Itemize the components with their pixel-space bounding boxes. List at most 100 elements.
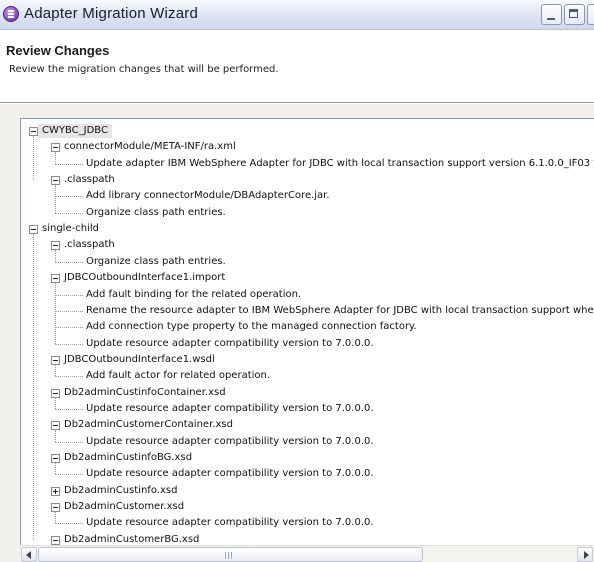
arrow-left-icon: [26, 551, 31, 559]
scroll-left-button[interactable]: [21, 547, 37, 562]
tree-connector: [55, 397, 56, 409]
tree-node-label: Db2adminCustinfoContainer.xsd: [64, 386, 226, 398]
tree-connector: [55, 327, 83, 329]
change-description: Update resource adapter compatibility ve…: [86, 517, 374, 529]
change-description: Update resource adapter compatibility ve…: [86, 337, 374, 349]
tree-row[interactable]: Db2adminCustomerContainer.xsd: [21, 417, 594, 433]
collapse-icon[interactable]: [51, 241, 60, 251]
maximize-button[interactable]: [564, 4, 585, 25]
tree-connector: [55, 474, 83, 476]
page-description: Review the migration changes that will b…: [9, 64, 279, 75]
change-description: Update resource adapter compatibility ve…: [86, 468, 374, 480]
collapse-icon[interactable]: [51, 503, 60, 513]
tree-connector: [55, 523, 83, 525]
tree-connector: [55, 430, 56, 442]
arrow-right-icon: [584, 551, 589, 559]
tree-node-label: Db2adminCustinfoBG.xsd: [64, 452, 193, 463]
tree-node-label: CWYBC_JDBC: [38, 124, 112, 138]
tree-connector: [33, 136, 34, 181]
tree-row[interactable]: Update resource adapter compatibility ve…: [21, 401, 594, 417]
collapse-icon[interactable]: [29, 127, 38, 136]
tree-row[interactable]: Add fault binding for the related operat…: [21, 287, 594, 303]
tree-row[interactable]: .classpath: [21, 172, 594, 188]
close-button[interactable]: [587, 4, 594, 25]
collapse-icon[interactable]: [29, 225, 38, 235]
tree-connector: [55, 376, 83, 378]
scroll-thumb[interactable]: [38, 547, 423, 562]
tree-row[interactable]: JDBCOutboundInterface1.wsdl: [21, 352, 594, 368]
tree-row[interactable]: Add fault actor for related operation.: [21, 368, 594, 384]
horizontal-scrollbar[interactable]: [20, 545, 594, 562]
tree-connector: [55, 212, 83, 214]
tree-connector: [55, 185, 56, 213]
change-description: Add fault binding for the related operat…: [86, 288, 302, 300]
tree-row[interactable]: Organize class path entries.: [21, 205, 594, 221]
tree-row[interactable]: Db2adminCustinfoBG.xsd: [21, 450, 594, 466]
scroll-right-button[interactable]: [577, 547, 593, 562]
tree-row[interactable]: Update resource adapter compatibility ve…: [21, 336, 594, 352]
tree-row[interactable]: Db2adminCustinfo.xsd: [21, 483, 594, 499]
change-description: Add connection type property to the mana…: [86, 321, 417, 333]
collapse-icon[interactable]: [51, 176, 60, 186]
tree-connector: [55, 294, 83, 296]
tree-node-label: .classpath: [64, 174, 115, 186]
change-description: Update resource adapter compatibility ve…: [86, 402, 374, 414]
tree-row[interactable]: Db2adminCustinfoContainer.xsd: [21, 385, 594, 401]
tree-row[interactable]: CWYBC_JDBC: [21, 123, 594, 139]
tree-connector: [55, 196, 83, 198]
expand-icon[interactable]: [51, 486, 60, 496]
tree-row[interactable]: Db2adminCustomer.xsd: [21, 499, 594, 515]
tree-node-label: JDBCOutboundInterface1.import: [64, 272, 226, 284]
change-description: Update adapter IBM WebSphere Adapter for…: [86, 157, 594, 169]
collapse-icon[interactable]: [51, 454, 60, 463]
tree-row[interactable]: Add connection type property to the mana…: [21, 319, 594, 335]
collapse-icon[interactable]: [51, 355, 60, 365]
tree-row[interactable]: connectorModule/META-INF/ra.xml: [21, 139, 594, 155]
change-description: Organize class path entries.: [86, 255, 226, 267]
change-description: Rename the resource adapter to IBM WebSp…: [86, 304, 594, 316]
tree-row[interactable]: Organize class path entries.: [21, 254, 594, 270]
tree-row[interactable]: single-child: [21, 221, 594, 237]
change-description: Organize class path entries.: [86, 206, 226, 218]
collapse-icon[interactable]: [51, 388, 60, 398]
tree-connector: [55, 250, 56, 262]
tree-connector: [55, 408, 83, 410]
tree-row[interactable]: Update adapter IBM WebSphere Adapter for…: [21, 156, 594, 172]
changes-tree[interactable]: CWYBC_JDBC connectorModule/META-INF/ra.xm…: [20, 118, 594, 560]
tree-row[interactable]: Update resource adapter compatibility ve…: [21, 515, 594, 531]
grip-icon: [225, 552, 234, 559]
tree-connector: [55, 152, 56, 164]
wizard-body: CWYBC_JDBC connectorModule/META-INF/ra.xm…: [0, 104, 594, 562]
tree-connector: [55, 261, 83, 263]
tree-row[interactable]: Update resource adapter compatibility ve…: [21, 466, 594, 482]
tree-connector: [55, 512, 56, 524]
page-title: Review Changes: [6, 43, 110, 58]
minimize-button[interactable]: [541, 4, 562, 25]
tree-connector: [33, 234, 34, 540]
tree-row[interactable]: JDBCOutboundInterface1.import: [21, 270, 594, 286]
tree-connector: [55, 283, 56, 344]
tree-row[interactable]: Add library connectorModule/DBAdapterCor…: [21, 188, 594, 204]
tree-connector: [55, 463, 56, 475]
tree-node-label: Db2adminCustinfo.xsd: [64, 484, 178, 496]
tree-connector: [55, 364, 56, 377]
tree-node-label: Db2adminCustomer.xsd: [64, 501, 185, 513]
collapse-icon[interactable]: [51, 421, 60, 431]
title-bar[interactable]: Adapter Migration Wizard: [0, 0, 594, 30]
tree-connector: [55, 343, 83, 345]
tree-node-label: .classpath: [64, 239, 115, 251]
wizard-header: Review Changes Review the migration chan…: [0, 30, 594, 102]
tree-row[interactable]: Update resource adapter compatibility ve…: [21, 434, 594, 450]
tree-connector: [55, 310, 83, 312]
window-title: Adapter Migration Wizard: [24, 5, 199, 22]
collapse-icon[interactable]: [51, 274, 60, 284]
tree-row[interactable]: .classpath: [21, 237, 594, 253]
collapse-icon[interactable]: [51, 535, 60, 545]
tree-node-label: connectorModule/META-INF/ra.xml: [64, 141, 236, 153]
change-description: Add fault actor for related operation.: [86, 370, 271, 382]
change-description: Add library connectorModule/DBAdapterCor…: [86, 190, 330, 202]
collapse-icon[interactable]: [51, 143, 60, 153]
change-description: Update resource adapter compatibility ve…: [86, 435, 374, 447]
tree-node-label: JDBCOutboundInterface1.wsdl: [64, 353, 215, 365]
tree-row[interactable]: Rename the resource adapter to IBM WebSp…: [21, 303, 594, 319]
